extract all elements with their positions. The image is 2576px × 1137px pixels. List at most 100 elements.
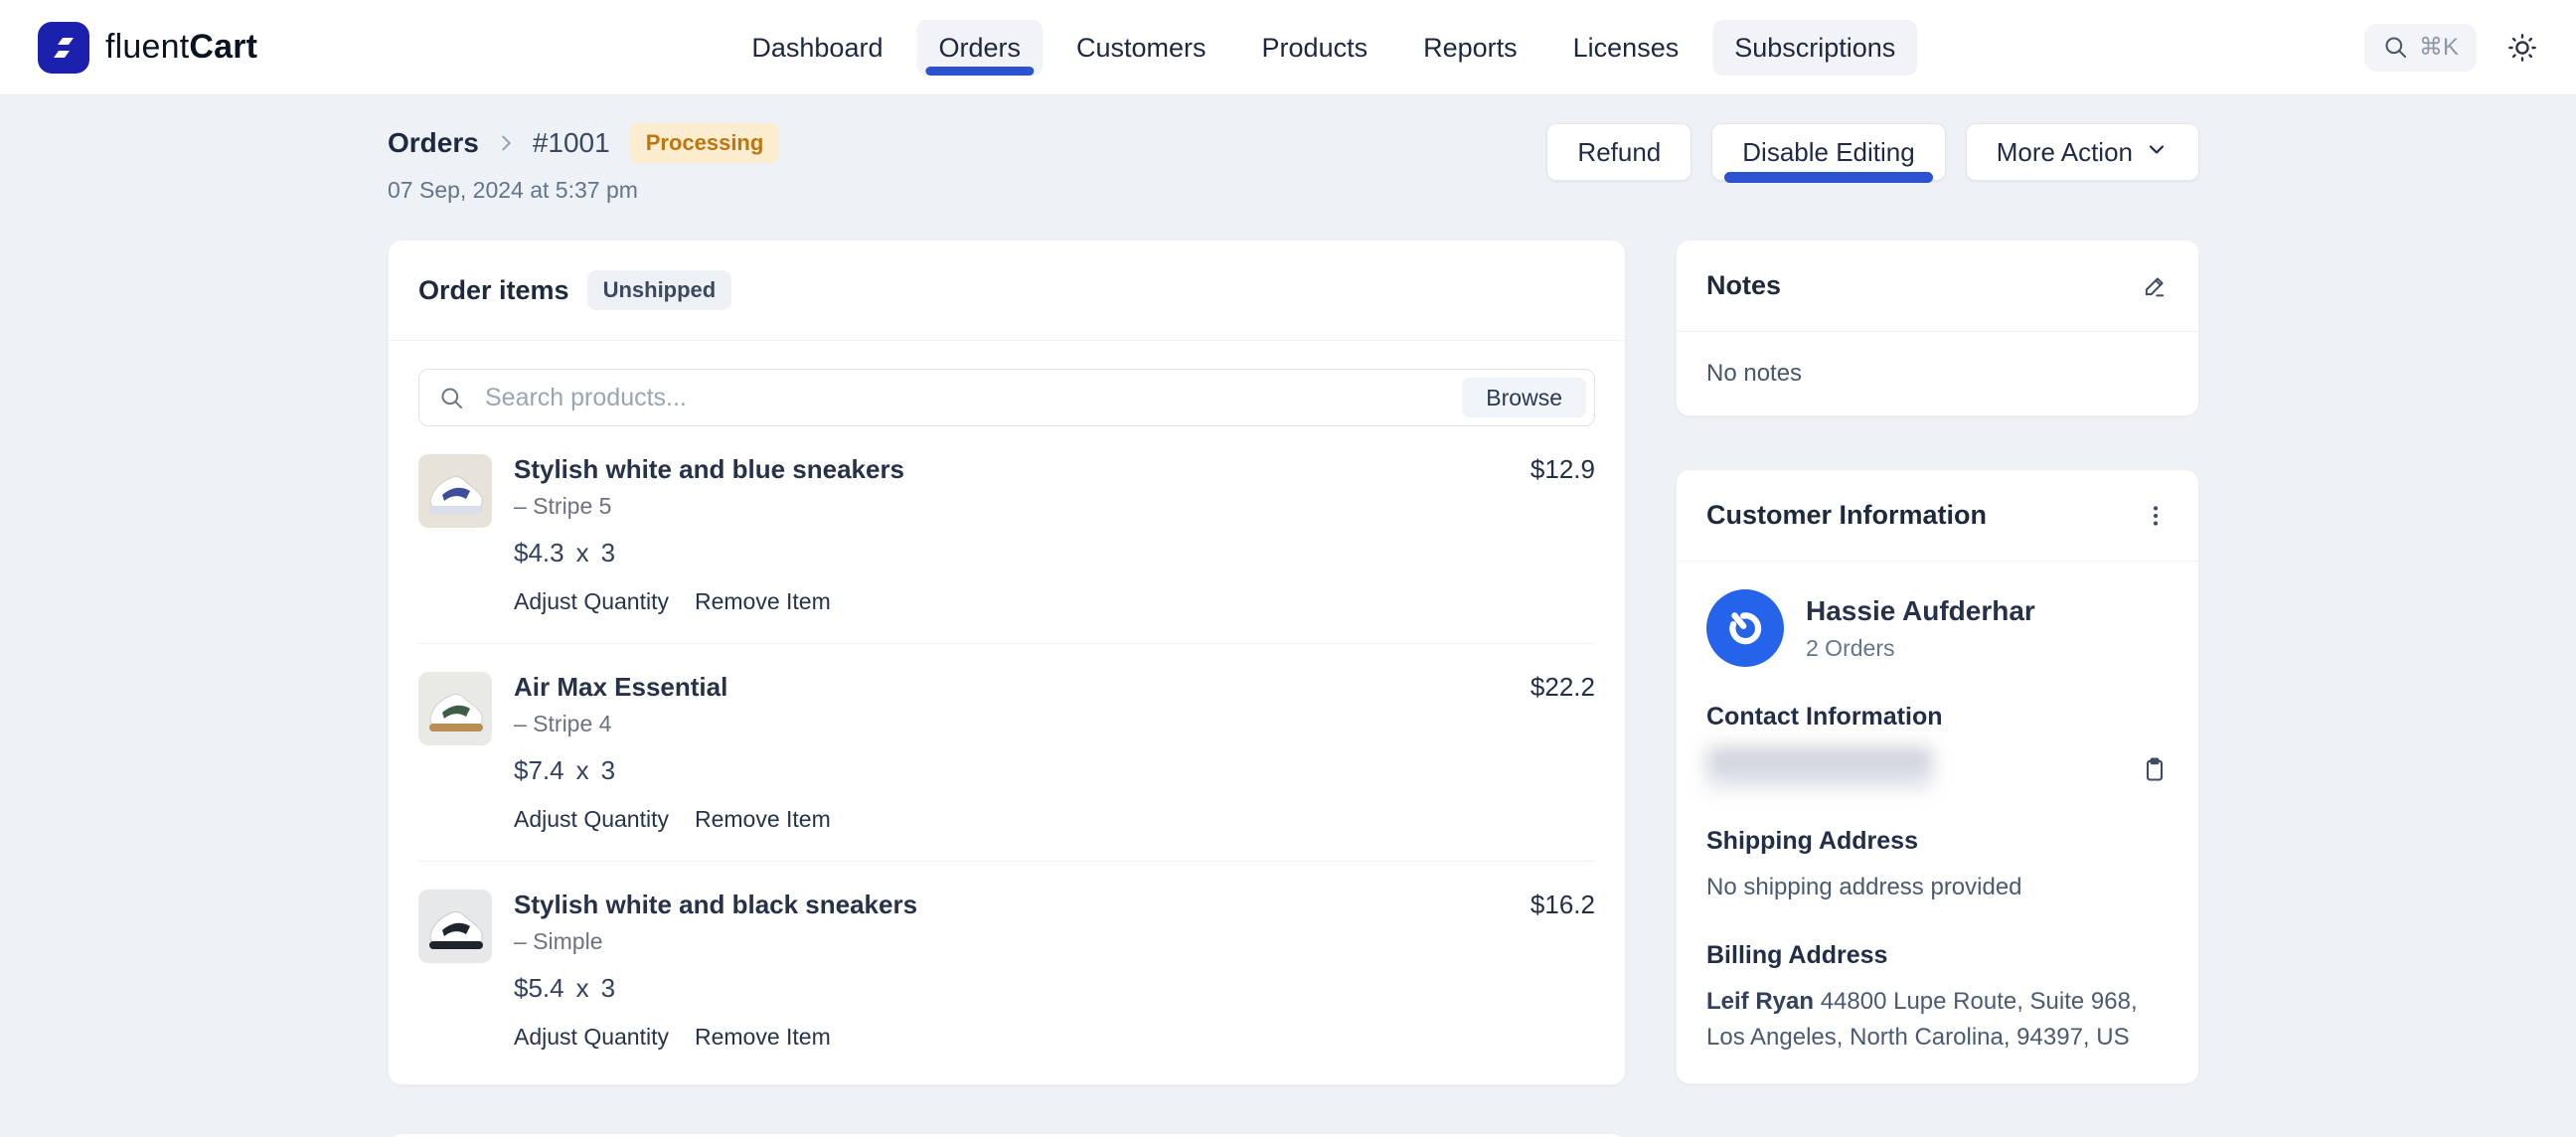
adjust-quantity-link[interactable]: Adjust Quantity xyxy=(514,806,669,833)
brand-name: fluentCart xyxy=(105,28,257,67)
order-items-card: Order items Unshipped Browse xyxy=(388,240,1626,1085)
unit-price: $4.3 xyxy=(514,538,564,568)
more-action-button[interactable]: More Action xyxy=(1966,123,2199,181)
more-action-label: More Action xyxy=(1997,137,2133,168)
product-info: Stylish white and black sneakers – Simpl… xyxy=(514,890,1509,1051)
top-navbar: fluentCart Dashboard Orders Customers Pr… xyxy=(0,0,2576,95)
adjust-quantity-link[interactable]: Adjust Quantity xyxy=(514,1024,669,1051)
billing-name: Leif Ryan xyxy=(1706,988,1814,1015)
refund-button[interactable]: Refund xyxy=(1546,123,1691,181)
brand-name-light: fluent xyxy=(105,28,189,66)
order-id: #1001 xyxy=(533,127,610,159)
search-icon xyxy=(438,385,465,416)
product-name: Stylish white and blue sneakers xyxy=(514,454,1509,485)
customer-name: Hassie Aufderhar xyxy=(1806,595,2035,627)
customer-info-title: Customer Information xyxy=(1706,500,1987,531)
header-actions: Refund Disable Editing More Action xyxy=(1546,123,2199,181)
product-actions: Adjust Quantity Remove Item xyxy=(514,1024,1509,1051)
content-grid: Order items Unshipped Browse xyxy=(388,240,2199,1137)
main-column: Order items Unshipped Browse xyxy=(388,240,1626,1137)
page-header: Orders #1001 Processing 07 Sep, 2024 at … xyxy=(388,123,2199,204)
product-actions: Adjust Quantity Remove Item xyxy=(514,806,1509,833)
line-total: $22.2 xyxy=(1530,672,1595,833)
unit-price: $7.4 xyxy=(514,755,564,786)
remove-item-link[interactable]: Remove Item xyxy=(695,588,831,615)
quantity: 3 xyxy=(601,973,615,1004)
order-status-badge: Processing xyxy=(630,123,780,163)
line-total: $12.9 xyxy=(1530,454,1595,615)
times-label: x xyxy=(576,538,589,568)
order-items-body: Browse Stylish xyxy=(389,341,1625,1084)
nav-item-customers[interactable]: Customers xyxy=(1054,20,1228,76)
product-name: Stylish white and black sneakers xyxy=(514,890,1509,920)
customer-info-card: Customer Information xyxy=(1676,469,2199,1084)
theme-toggle-sun-icon[interactable] xyxy=(2506,32,2538,64)
brand-logo[interactable]: fluentCart xyxy=(38,22,257,74)
shipping-address-title: Shipping Address xyxy=(1706,827,2169,856)
copy-clipboard-icon[interactable] xyxy=(2141,755,2169,783)
nav-item-dashboard[interactable]: Dashboard xyxy=(729,20,904,76)
order-items-title: Order items xyxy=(418,275,569,306)
order-items-header: Order items Unshipped xyxy=(389,241,1625,340)
search-shortcut-hint: ⌘K xyxy=(2419,33,2459,62)
product-actions: Adjust Quantity Remove Item xyxy=(514,588,1509,615)
nav-item-products[interactable]: Products xyxy=(1240,20,1390,76)
remove-item-link[interactable]: Remove Item xyxy=(695,806,831,833)
line-total: $16.2 xyxy=(1530,890,1595,1051)
shipping-address-empty: No shipping address provided xyxy=(1706,870,2169,905)
contact-row xyxy=(1706,747,2169,791)
chevron-right-icon xyxy=(495,132,517,154)
quantity: 3 xyxy=(601,538,615,568)
product-image-black-sneakers xyxy=(418,890,492,963)
customer-info-header: Customer Information xyxy=(1677,470,2198,561)
product-variant: – Stripe 4 xyxy=(514,711,1509,737)
search-icon xyxy=(2382,34,2409,61)
product-image-airmax xyxy=(418,672,492,745)
nav-item-orders[interactable]: Orders xyxy=(916,20,1043,76)
adjust-quantity-link[interactable]: Adjust Quantity xyxy=(514,588,669,615)
product-price-line: $4.3 x 3 xyxy=(514,538,1509,568)
product-name: Air Max Essential xyxy=(514,672,1509,703)
quantity: 3 xyxy=(601,755,615,786)
product-info: Air Max Essential – Stripe 4 $7.4 x 3 Ad… xyxy=(514,672,1509,833)
browse-products-button[interactable]: Browse xyxy=(1462,378,1586,417)
order-item-row: Air Max Essential – Stripe 4 $7.4 x 3 Ad… xyxy=(418,644,1595,862)
notes-empty-text: No notes xyxy=(1706,360,2169,388)
redacted-email-blur xyxy=(1706,747,1933,791)
payment-card: Payment Paid xyxy=(388,1133,1626,1137)
product-variant: – Stripe 5 xyxy=(514,493,1509,520)
disable-editing-button[interactable]: Disable Editing xyxy=(1711,123,1945,181)
breadcrumb-block: Orders #1001 Processing 07 Sep, 2024 at … xyxy=(388,123,779,204)
breadcrumb-orders-link[interactable]: Orders xyxy=(388,127,479,159)
notes-card: Notes No notes xyxy=(1676,240,2199,416)
customer-avatar xyxy=(1706,589,1784,667)
edit-notes-pencil-icon[interactable] xyxy=(2141,272,2169,300)
chevron-down-icon xyxy=(2145,137,2169,168)
remove-item-link[interactable]: Remove Item xyxy=(695,1024,831,1051)
side-column: Notes No notes Custo xyxy=(1676,240,2199,1084)
product-image-blue-sneakers xyxy=(418,454,492,528)
product-search-row: Browse xyxy=(418,369,1595,426)
search-products-input[interactable] xyxy=(418,369,1595,426)
times-label: x xyxy=(576,755,589,786)
unit-price: $5.4 xyxy=(514,973,564,1004)
global-search-button[interactable]: ⌘K xyxy=(2364,24,2477,72)
product-price-line: $5.4 x 3 xyxy=(514,973,1509,1004)
shipment-status-badge: Unshipped xyxy=(587,270,732,310)
main-navigation: Dashboard Orders Customers Products Repo… xyxy=(729,0,1917,95)
order-item-row: Stylish white and blue sneakers – Stripe… xyxy=(418,426,1595,644)
billing-address-title: Billing Address xyxy=(1706,941,2169,970)
page-content: Orders #1001 Processing 07 Sep, 2024 at … xyxy=(0,95,2576,1137)
kebab-menu-icon[interactable] xyxy=(2143,503,2169,529)
times-label: x xyxy=(576,973,589,1004)
notes-header: Notes xyxy=(1677,241,2198,331)
brand-name-bold: Cart xyxy=(189,28,257,66)
order-date: 07 Sep, 2024 at 5:37 pm xyxy=(388,177,779,204)
nav-item-reports[interactable]: Reports xyxy=(1401,20,1539,76)
product-price-line: $7.4 x 3 xyxy=(514,755,1509,786)
contact-info-title: Contact Information xyxy=(1706,703,2169,731)
nav-item-licenses[interactable]: Licenses xyxy=(1551,20,1701,76)
order-item-row: Stylish white and black sneakers – Simpl… xyxy=(418,862,1595,1056)
nav-item-subscriptions[interactable]: Subscriptions xyxy=(1712,20,1917,76)
notes-body: No notes xyxy=(1677,332,2198,415)
